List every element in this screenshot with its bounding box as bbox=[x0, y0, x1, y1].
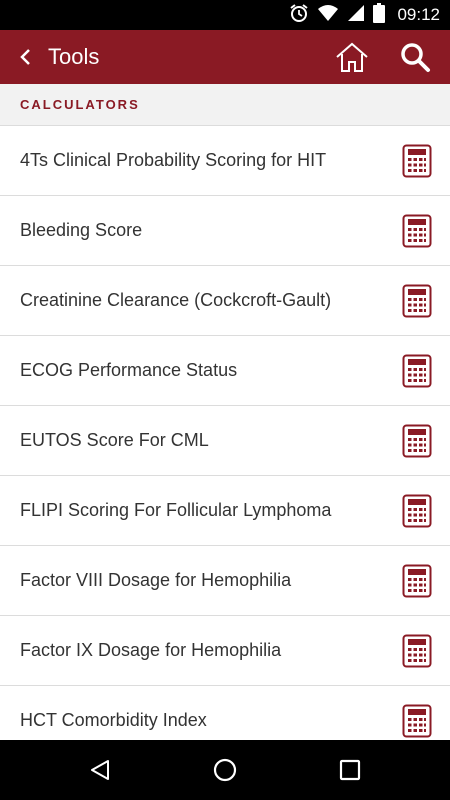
calculator-icon bbox=[402, 424, 432, 458]
calculator-icon bbox=[402, 144, 432, 178]
calculator-icon bbox=[402, 704, 432, 738]
home-icon bbox=[336, 42, 368, 72]
section-header: CALCULATORS bbox=[0, 84, 450, 126]
home-button[interactable] bbox=[330, 37, 374, 77]
status-bar: 09:12 bbox=[0, 0, 450, 30]
list-item[interactable]: Bleeding Score bbox=[0, 196, 450, 266]
calculator-icon bbox=[402, 284, 432, 318]
search-icon bbox=[401, 43, 430, 72]
list-item-label: Bleeding Score bbox=[20, 220, 143, 240]
list-item[interactable]: Factor VIII Dosage for Hemophilia bbox=[0, 546, 450, 616]
list-item-label: HCT Comorbidity Index bbox=[20, 710, 207, 730]
chevron-left-icon bbox=[20, 49, 30, 65]
recents-square-icon bbox=[339, 759, 361, 781]
section-header-label: CALCULATORS bbox=[20, 97, 140, 112]
system-nav-bar bbox=[0, 740, 450, 800]
list-item-label: Creatinine Clearance (Cockcroft-Gault) bbox=[20, 290, 332, 310]
app-bar: Tools bbox=[0, 30, 450, 84]
alarm-icon bbox=[289, 3, 309, 28]
list-item[interactable]: Creatinine Clearance (Cockcroft-Gault) bbox=[0, 266, 450, 336]
nav-recents-button[interactable] bbox=[325, 750, 375, 790]
home-circle-icon bbox=[213, 758, 237, 782]
page-title: Tools bbox=[48, 44, 100, 69]
search-button[interactable] bbox=[393, 37, 437, 77]
calculator-icon bbox=[402, 354, 432, 388]
list-item-label: Factor VIII Dosage for Hemophilia bbox=[20, 570, 292, 590]
list-item[interactable]: Factor IX Dosage for Hemophilia bbox=[0, 616, 450, 686]
cell-signal-icon bbox=[347, 4, 365, 27]
calculator-icon bbox=[402, 494, 432, 528]
calculator-list: 4Ts Clinical Probability Scoring for HIT… bbox=[0, 126, 450, 740]
list-item[interactable]: ECOG Performance Status bbox=[0, 336, 450, 406]
list-item-label: EUTOS Score For CML bbox=[20, 430, 209, 450]
wifi-icon bbox=[317, 4, 339, 27]
status-icons: 09:12 bbox=[289, 0, 440, 30]
list-item[interactable]: EUTOS Score For CML bbox=[0, 406, 450, 476]
calculator-icon bbox=[402, 214, 432, 248]
list-item[interactable]: FLIPI Scoring For Follicular Lymphoma bbox=[0, 476, 450, 546]
list-item[interactable]: HCT Comorbidity Index bbox=[0, 686, 450, 740]
list-item-label: ECOG Performance Status bbox=[20, 360, 238, 380]
status-time: 09:12 bbox=[397, 5, 440, 24]
back-triangle-icon bbox=[91, 760, 109, 780]
list-item-label: 4Ts Clinical Probability Scoring for HIT bbox=[20, 150, 327, 170]
back-button[interactable] bbox=[6, 37, 46, 77]
list-item[interactable]: 4Ts Clinical Probability Scoring for HIT bbox=[0, 126, 450, 196]
battery-icon bbox=[373, 2, 386, 28]
list-item-label: FLIPI Scoring For Follicular Lymphoma bbox=[20, 500, 332, 520]
nav-home-button[interactable] bbox=[200, 750, 250, 790]
calculator-icon bbox=[402, 564, 432, 598]
list-item-label: Factor IX Dosage for Hemophilia bbox=[20, 640, 282, 660]
calculator-icon bbox=[402, 634, 432, 668]
nav-back-button[interactable] bbox=[75, 750, 125, 790]
